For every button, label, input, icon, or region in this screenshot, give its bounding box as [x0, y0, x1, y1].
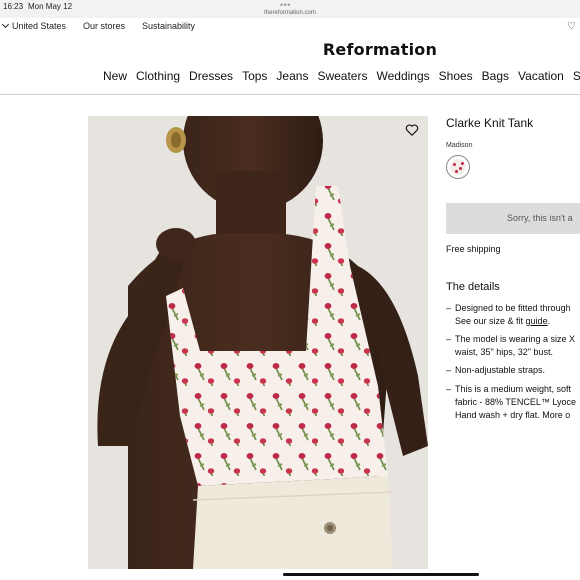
- add-to-bag-button[interactable]: Sorry, this isn't a: [446, 203, 580, 234]
- sustainability-link[interactable]: Sustainability: [142, 21, 195, 31]
- nav-item-sweaters[interactable]: Sweaters: [317, 69, 367, 83]
- country-selector[interactable]: United States: [12, 21, 66, 31]
- model-illustration: [88, 116, 428, 569]
- size-guide-link[interactable]: guide: [526, 316, 548, 326]
- our-stores-link[interactable]: Our stores: [83, 21, 125, 31]
- nav-item-dresses[interactable]: Dresses: [189, 69, 233, 83]
- chevron-down-icon[interactable]: [1, 20, 10, 29]
- nav-item-weddings[interactable]: Weddings: [376, 69, 429, 83]
- address-bar-url[interactable]: thereformation.com: [0, 10, 580, 16]
- swatch-print: [450, 159, 466, 175]
- nav-item-shoes[interactable]: Shoes: [439, 69, 473, 83]
- color-swatch[interactable]: [446, 155, 470, 179]
- utility-nav: United States Our stores Sustainability: [0, 18, 580, 34]
- nav-item-bags[interactable]: Bags: [482, 69, 509, 83]
- product-image[interactable]: [88, 116, 428, 569]
- color-name: Madison: [446, 142, 473, 149]
- multitasking-dots-icon[interactable]: • • •: [280, 0, 291, 10]
- nav-item-jeans[interactable]: Jeans: [276, 69, 308, 83]
- nav-item-truncated[interactable]: Sh: [573, 69, 580, 83]
- nav-divider: [0, 94, 580, 95]
- nav-item-vacation[interactable]: Vacation: [518, 69, 564, 83]
- details-heading[interactable]: The details: [446, 281, 500, 293]
- home-indicator[interactable]: [283, 573, 479, 576]
- cta-label: Sorry, this isn't a: [507, 213, 573, 223]
- nav-item-new[interactable]: New: [103, 69, 127, 83]
- main-nav: New Clothing Dresses Tops Jeans Sweaters Weddi…: [103, 69, 580, 83]
- nav-item-clothing[interactable]: Clothing: [136, 69, 180, 83]
- status-bar: 16:23 Mon May 12 • • • thereformation.co…: [0, 0, 580, 18]
- nav-item-tops[interactable]: Tops: [242, 69, 267, 83]
- heart-icon[interactable]: ♡: [567, 21, 576, 32]
- brand-logo[interactable]: Reformation: [0, 40, 580, 59]
- product-title: Clarke Knit Tank: [446, 116, 534, 130]
- shipping-info: Free shipping: [446, 244, 501, 254]
- heart-outline-icon[interactable]: [405, 123, 419, 137]
